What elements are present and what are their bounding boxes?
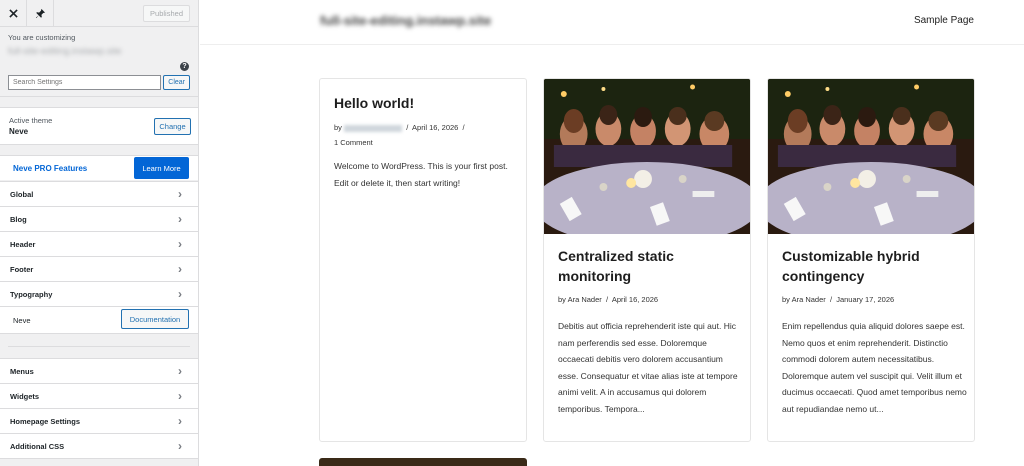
post-comments[interactable]: 1 Comment	[334, 138, 373, 147]
section-label: Blog	[10, 214, 27, 224]
post-featured-image[interactable]	[544, 79, 750, 234]
section-label: Homepage Settings	[10, 416, 81, 426]
customizing-label: You are customizing	[8, 33, 76, 42]
post-author[interactable]: by Ara Nader	[558, 295, 602, 304]
section-label: Menus	[10, 366, 34, 376]
documentation-button[interactable]: Documentation	[121, 309, 189, 329]
post-card-next-image[interactable]	[319, 458, 527, 466]
customizing-site-name: full-site-editing.instawp.site	[8, 46, 122, 57]
post-card: Centralized static monitoring by Ara Nad…	[543, 78, 751, 442]
section-typography[interactable]: Typography ›	[0, 282, 198, 307]
pin-icon	[35, 8, 45, 18]
active-theme-label: Active theme	[9, 116, 53, 125]
section-label: Header	[10, 239, 36, 249]
neve-documentation-row: Neve Documentation	[0, 307, 198, 334]
learn-more-button[interactable]: Learn More	[134, 157, 189, 179]
post-excerpt: Enim repellendus quia aliquid dolores sa…	[782, 321, 967, 414]
site-header: full-site-editing.instawp.site Sample Pa…	[200, 0, 1024, 45]
customizer-topbar: Published	[0, 0, 198, 27]
section-label: Global	[10, 189, 34, 199]
publish-button[interactable]: Published	[143, 4, 190, 22]
close-button[interactable]	[0, 0, 27, 26]
neve-label: Neve	[13, 316, 31, 325]
section-label: Additional CSS	[10, 441, 65, 451]
section-divider	[0, 334, 198, 358]
post-date[interactable]: January 17, 2026	[836, 295, 894, 304]
post-card: Hello world! by / April 16, 2026 / 1 Com…	[319, 78, 527, 442]
post-date[interactable]: April 16, 2026	[612, 295, 658, 304]
plugin-button[interactable]	[27, 0, 54, 26]
search-settings-input[interactable]	[8, 75, 162, 90]
active-theme-panel: Active theme Neve Change	[0, 107, 198, 145]
chevron-right-icon: ›	[178, 364, 182, 378]
post-title[interactable]: Hello world!	[334, 93, 414, 113]
chevron-right-icon: ›	[178, 389, 182, 403]
neve-pro-label[interactable]: Neve PRO Features	[13, 164, 87, 173]
meta-separator: /	[462, 123, 465, 132]
post-meta: by / April 16, 2026 / 1 Comment	[334, 120, 514, 150]
section-widgets[interactable]: Widgets ›	[0, 384, 198, 409]
post-title[interactable]: Centralized static monitoring	[558, 246, 738, 286]
chevron-right-icon: ›	[178, 439, 182, 453]
chevron-right-icon: ›	[178, 262, 182, 276]
chevron-right-icon: ›	[178, 187, 182, 201]
chevron-right-icon: ›	[178, 237, 182, 251]
post-featured-image[interactable]	[768, 79, 974, 234]
section-global[interactable]: Global ›	[0, 182, 198, 207]
meta-separator: /	[605, 295, 609, 304]
section-footer[interactable]: Footer ›	[0, 257, 198, 282]
nav-sample-page[interactable]: Sample Page	[914, 15, 974, 26]
close-icon	[8, 8, 18, 18]
clear-search-button[interactable]: Clear	[163, 75, 190, 90]
section-label: Widgets	[10, 391, 40, 401]
meta-separator: /	[829, 295, 833, 304]
post-card: Customizable hybrid contingency by Ara N…	[767, 78, 975, 442]
change-theme-button[interactable]: Change	[154, 118, 191, 135]
chevron-right-icon: ›	[178, 414, 182, 428]
site-title[interactable]: full-site-editing.instawp.site	[320, 13, 491, 28]
post-excerpt: Welcome to WordPress. This is your first…	[334, 161, 508, 188]
site-preview: full-site-editing.instawp.site Sample Pa…	[200, 0, 1024, 466]
post-title[interactable]: Customizable hybrid contingency	[782, 246, 962, 286]
active-theme-name: Neve	[9, 127, 29, 136]
customizer-sidebar: Published You are customizing full-site-…	[0, 0, 199, 466]
post-author[interactable]: by Ara Nader	[782, 295, 826, 304]
chevron-right-icon: ›	[178, 212, 182, 226]
meta-prefix: by	[334, 123, 342, 132]
post-author-redacted[interactable]	[344, 124, 403, 132]
section-header[interactable]: Header ›	[0, 232, 198, 257]
section-homepage-settings[interactable]: Homepage Settings ›	[0, 409, 198, 434]
section-label: Typography	[10, 289, 53, 299]
help-icon[interactable]: ?	[180, 62, 189, 71]
section-menus[interactable]: Menus ›	[0, 359, 198, 384]
chevron-right-icon: ›	[178, 287, 182, 301]
post-date[interactable]: April 16, 2026	[412, 123, 458, 132]
section-blog[interactable]: Blog ›	[0, 207, 198, 232]
section-label: Footer	[10, 264, 34, 274]
post-meta: by Ara Nader / April 16, 2026	[558, 292, 658, 307]
customizer-sections-bottom: Menus › Widgets › Homepage Settings › Addit…	[0, 358, 198, 459]
neve-pro-panel: Neve PRO Features Learn More	[0, 155, 198, 180]
customizer-sections-top: Global › Blog › Header › Footer › Typography…	[0, 181, 198, 307]
post-meta: by Ara Nader / January 17, 2026	[782, 292, 894, 307]
post-excerpt: Debitis aut officia reprehenderit iste q…	[558, 321, 738, 414]
section-additional-css[interactable]: Additional CSS ›	[0, 434, 198, 459]
search-settings: Clear	[8, 75, 190, 90]
meta-separator: /	[406, 123, 409, 132]
